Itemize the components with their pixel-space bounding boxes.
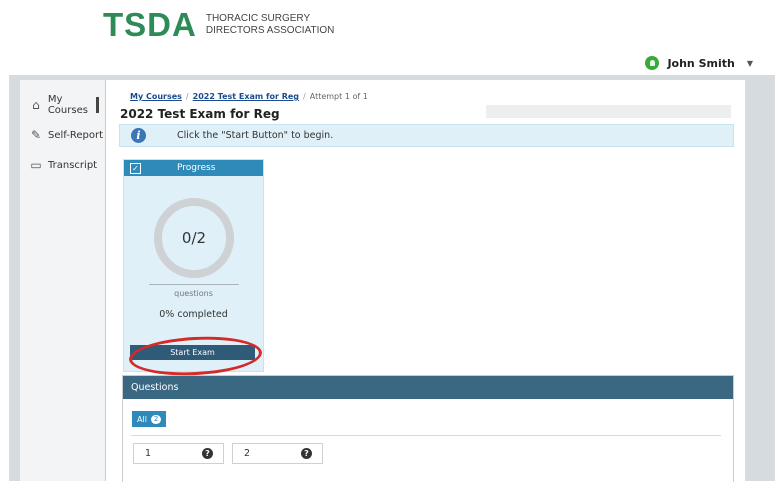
divider [131,435,721,436]
progress-header: ✓ Progress [124,160,263,176]
progress-title: Progress [177,163,216,173]
sidebar-item-my-courses[interactable]: ⌂ My Courses [20,90,105,120]
question-tile-1[interactable]: 1 ? [133,443,224,464]
question-help-icon: ? [301,448,312,459]
question-number: 2 [244,448,251,459]
page-title: 2022 Test Exam for Reg [120,107,280,121]
progress-unit: questions [174,289,213,298]
breadcrumb: My Courses/2022 Test Exam for Reg / Attemp… [130,92,368,101]
user-avatar-icon [645,56,660,70]
transcript-icon: ▭ [30,158,42,172]
breadcrumb-link-exam[interactable]: 2022 Test Exam for Reg [193,92,299,101]
title-bar-placeholder [486,105,731,118]
chevron-down-icon: ▼ [746,58,753,68]
home-icon: ⌂ [32,98,40,112]
question-help-icon: ? [202,448,213,459]
sidebar-item-label: Transcript [48,159,98,171]
info-icon: i [131,128,146,143]
questions-panel: Questions All 2 1 ? 2 ? [122,375,734,482]
breadcrumb-current: Attempt 1 of 1 [309,92,368,101]
filter-all-label: All [137,414,147,424]
filter-all-button[interactable]: All 2 [132,411,167,427]
info-text: Click the "Start Button" to begin. [177,130,334,141]
self-report-icon: ✎ [30,128,42,142]
info-alert: i Click the "Start Button" to begin. [119,124,734,147]
user-menu[interactable]: John Smith ▼ [645,56,753,70]
breadcrumb-separator: / [303,92,306,101]
question-tile-2[interactable]: 2 ? [232,443,323,464]
divider [149,284,239,285]
sidebar-item-self-report[interactable]: ✎ Self-Report [20,120,105,150]
progress-count: 0/2 [181,229,207,247]
logo-subtitle: THORACIC SURGERY DIRECTORS ASSOCIATION [206,13,335,37]
logo-line-1: THORACIC SURGERY [205,12,311,24]
user-name: John Smith [667,56,735,70]
logo-mark: TSDA [103,6,197,43]
main-content: My Courses/2022 Test Exam for Reg / Attemp… [106,80,745,482]
sidebar-item-label: My Courses [47,94,88,116]
question-number: 1 [145,448,152,459]
question-count-badge: 2 [150,414,162,424]
checkbox-icon: ✓ [130,162,141,174]
progress-percent: 0% completed [159,309,228,320]
sidebar-item-transcript[interactable]: ▭ Transcript [20,150,105,180]
breadcrumb-link-my-courses[interactable]: My Courses [130,92,182,101]
tsda-logo: TSDA THORACIC SURGERY DIRECTORS ASSOCIAT… [103,8,334,41]
sidebar-item-label: Self-Report [48,129,104,141]
sidebar: ⌂ My Courses ✎ Self-Report ▭ Transcript [20,80,106,481]
questions-header: Questions [123,376,733,399]
logo-line-2: DIRECTORS ASSOCIATION [205,24,335,36]
breadcrumb-separator: / [185,92,189,101]
